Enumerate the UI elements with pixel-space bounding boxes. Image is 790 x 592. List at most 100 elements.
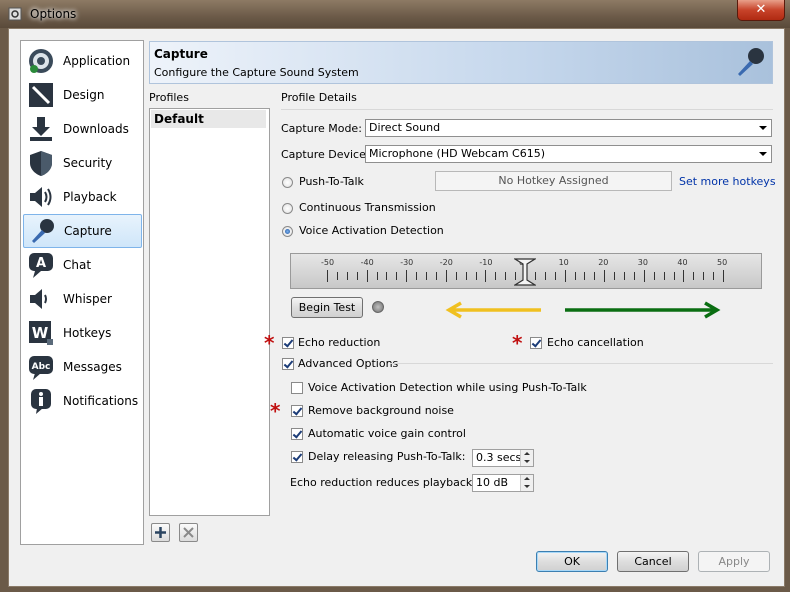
sidebar-item-messages[interactable]: Abc Messages <box>23 351 140 383</box>
sidebar-item-security[interactable]: Security <box>23 147 140 179</box>
profiles-list <box>149 108 270 516</box>
set-more-hotkeys-link[interactable]: Set more hotkeys <box>679 175 776 188</box>
slider-tick <box>416 272 418 280</box>
slider-tick <box>624 272 625 280</box>
sidebar-item-application[interactable]: Application <box>23 45 140 77</box>
spin-up-icon[interactable] <box>520 475 533 483</box>
highlight-star-icon: * <box>264 331 275 355</box>
sidebar-item-notifications[interactable]: Notifications <box>23 385 140 417</box>
slider-tick <box>604 270 606 282</box>
remove-profile-button[interactable] <box>179 523 198 542</box>
advanced-options-checkbox[interactable] <box>282 358 294 370</box>
slider-tick <box>703 272 705 280</box>
slider-tick <box>643 270 645 282</box>
capture-device-dropdown[interactable]: Microphone (HD Webcam C615) <box>365 145 772 163</box>
slider-tick <box>574 272 576 280</box>
slider-tick-label: 20 <box>598 258 609 267</box>
slider-tick <box>386 272 388 280</box>
voice-activation-radio[interactable] <box>282 226 293 237</box>
slider-tick <box>346 272 348 280</box>
abc-bubble-icon: Abc <box>29 356 53 380</box>
hotkey-button[interactable]: No Hotkey Assigned <box>435 171 672 191</box>
delay-ptt-label: Delay releasing Push-To-Talk: <box>308 450 466 463</box>
sidebar-item-chat[interactable]: A Chat <box>23 249 140 281</box>
echo-reduction-checkbox[interactable] <box>282 337 294 349</box>
svg-text:Abc: Abc <box>32 362 51 372</box>
voice-activation-label: Voice Activation Detection <box>299 224 444 237</box>
vad-level-slider[interactable]: -50-40-30-20-1001020304050 <box>290 253 762 289</box>
automatic-gain-checkbox[interactable] <box>291 428 303 440</box>
slider-tick <box>406 270 408 282</box>
sidebar-item-label: Application <box>63 54 131 68</box>
remove-background-noise-label: Remove background noise <box>308 404 454 417</box>
capture-device-value: Microphone (HD Webcam C615) <box>369 147 546 160</box>
sidebar-item-label: Playback <box>63 190 117 204</box>
options-window-icon <box>8 7 22 21</box>
sidebar-item-label: Downloads <box>63 122 129 136</box>
sidebar-item-playback[interactable]: Playback <box>23 181 140 213</box>
vad-while-ptt-checkbox[interactable] <box>291 382 303 394</box>
design-pen-icon <box>29 83 53 107</box>
ok-button[interactable]: OK <box>536 551 608 572</box>
slider-tick <box>544 272 546 280</box>
speaker-icon <box>30 187 52 207</box>
slider-tick <box>653 272 655 280</box>
page-title: Capture <box>154 47 208 61</box>
profile-item-default[interactable]: Default <box>151 110 266 128</box>
slider-tick <box>614 272 616 280</box>
echo-playback-label: Echo reduction reduces playback by: <box>290 476 493 489</box>
slider-tick-label: 10 <box>558 258 569 267</box>
echo-playback-spinner[interactable]: 10 dB <box>472 474 534 492</box>
sidebar-item-whisper[interactable]: Whisper <box>23 283 140 315</box>
slider-tick <box>584 272 586 280</box>
window-title: Options <box>30 7 77 21</box>
sidebar-item-hotkeys[interactable]: W Hotkeys <box>23 317 140 349</box>
whisper-speaker-icon <box>30 289 47 309</box>
apply-button[interactable]: Apply <box>698 551 770 572</box>
svg-text:A: A <box>36 256 46 271</box>
continuous-transmission-label: Continuous Transmission <box>299 201 436 214</box>
push-to-talk-label: Push-To-Talk <box>299 175 364 188</box>
cancel-button[interactable]: Cancel <box>617 551 689 572</box>
sidebar-item-downloads[interactable]: Downloads <box>23 113 140 145</box>
echo-cancellation-checkbox[interactable] <box>530 337 542 349</box>
delay-ptt-spinner[interactable]: 0.3 secs <box>472 449 534 467</box>
slider-tick <box>495 272 497 280</box>
slider-tick <box>426 272 427 280</box>
chevron-down-icon <box>759 126 767 130</box>
highlight-star-icon: * <box>270 399 281 423</box>
slider-tick-label: -40 <box>360 258 374 267</box>
slider-tick <box>673 272 675 280</box>
divider <box>390 363 773 364</box>
begin-test-button[interactable]: Begin Test <box>291 297 363 318</box>
slider-tick <box>356 272 358 280</box>
slider-tick <box>713 272 715 280</box>
slider-tick-label: 50 <box>717 258 728 267</box>
shield-icon <box>30 151 52 176</box>
slider-tick <box>683 270 685 282</box>
spin-up-icon[interactable] <box>520 450 533 458</box>
echo-reduction-label: Echo reduction <box>298 336 381 349</box>
add-profile-button[interactable] <box>151 523 170 542</box>
capture-mode-label: Capture Mode: <box>281 122 362 135</box>
slider-tick-label: -10 <box>479 258 493 267</box>
push-to-talk-radio[interactable] <box>282 177 293 188</box>
slider-thumb[interactable] <box>514 258 536 286</box>
capture-mode-dropdown[interactable]: Direct Sound <box>365 119 772 137</box>
continuous-transmission-radio[interactable] <box>282 203 293 214</box>
echo-playback-value: 10 dB <box>476 476 509 489</box>
sidebar-item-capture[interactable]: Capture <box>23 214 142 248</box>
sidebar-item-design[interactable]: Design <box>23 79 140 111</box>
close-button[interactable]: ✕ <box>737 0 785 21</box>
divider <box>281 109 773 110</box>
spin-down-icon[interactable] <box>520 458 533 466</box>
delay-ptt-checkbox[interactable] <box>291 451 303 463</box>
profiles-label: Profiles <box>149 91 189 104</box>
sidebar-item-label: Security <box>63 156 113 170</box>
sidebar-item-label: Design <box>63 88 105 102</box>
slider-tick <box>554 272 556 280</box>
slider-tick <box>594 272 596 280</box>
remove-background-noise-checkbox[interactable] <box>291 405 303 417</box>
left-arrow-icon <box>445 301 541 319</box>
spin-down-icon[interactable] <box>520 483 533 491</box>
